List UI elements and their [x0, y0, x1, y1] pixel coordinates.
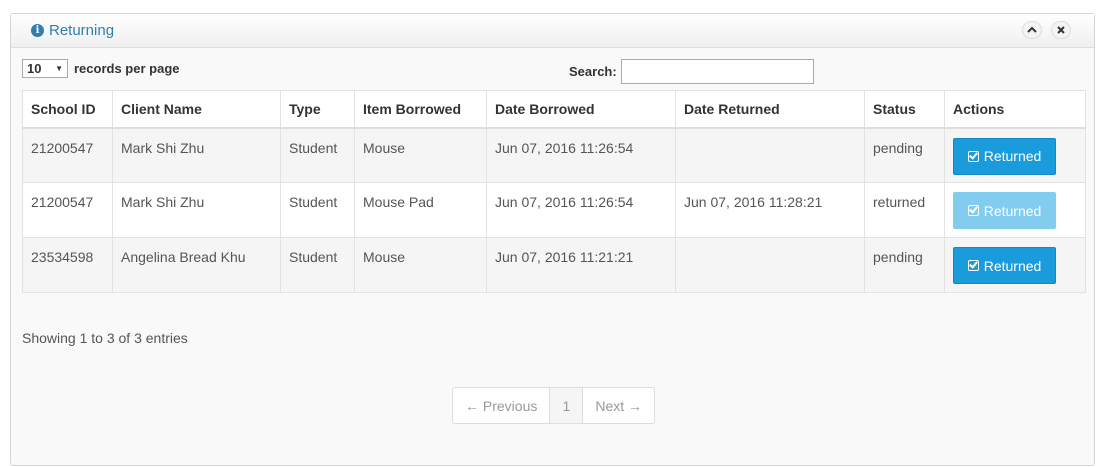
returned-button[interactable]: Returned — [953, 137, 1056, 175]
cell-type: Student — [280, 127, 355, 183]
column-header[interactable]: Client Name — [112, 90, 281, 129]
search-control: Search: — [569, 59, 814, 84]
returning-panel: i Returning 10 ▼ records per page Search… — [10, 13, 1095, 466]
cell-date-returned — [675, 127, 865, 183]
caret-down-icon: ▼ — [55, 64, 63, 73]
panel-header: i Returning — [11, 14, 1094, 48]
search-input[interactable] — [620, 59, 814, 84]
cell-item-borrowed: Mouse — [354, 237, 487, 293]
cell-status: returned — [864, 182, 945, 238]
cell-actions: Returned — [944, 182, 1086, 238]
close-icon — [1057, 26, 1065, 34]
table-header-row: School ID Client Name Type Item Borrowed… — [22, 90, 1086, 129]
returned-button-disabled: Returned — [953, 192, 1056, 229]
table-row: 21200547 Mark Shi Zhu Student Mouse Jun … — [22, 127, 1086, 183]
records-per-page-value: 10 — [27, 61, 42, 76]
records-per-page-select[interactable]: 10 ▼ — [22, 59, 68, 78]
cell-actions: Returned — [944, 237, 1086, 293]
cell-status: pending — [864, 127, 945, 183]
cell-date-returned: Jun 07, 2016 11:28:21 — [675, 182, 865, 238]
records-per-page-label: records per page — [74, 61, 180, 76]
column-header[interactable]: School ID — [22, 90, 113, 129]
check-square-icon — [967, 205, 979, 216]
cell-school-id: 23534598 — [22, 237, 113, 293]
collapse-button[interactable] — [1022, 21, 1042, 39]
cell-status: pending — [864, 237, 945, 293]
close-button[interactable] — [1051, 21, 1071, 39]
page-1-button[interactable]: 1 — [549, 388, 583, 423]
cell-client-name: Angelina Bread Khu — [112, 237, 281, 293]
returned-button-label: Returned — [983, 202, 1042, 219]
info-circle-icon: i — [31, 24, 44, 37]
check-square-icon — [967, 150, 979, 162]
returned-button-label: Returned — [983, 148, 1042, 164]
table-row: 21200547 Mark Shi Zhu Student Mouse Pad … — [22, 182, 1086, 238]
column-header[interactable]: Actions — [944, 90, 1086, 129]
cell-school-id: 21200547 — [22, 182, 113, 238]
search-label: Search: — [569, 64, 617, 79]
check-square-icon — [967, 260, 979, 271]
panel-title: i Returning — [31, 22, 114, 39]
cell-type: Student — [280, 182, 355, 238]
column-header[interactable]: Status — [864, 90, 945, 129]
length-control: 10 ▼ records per page — [22, 59, 180, 78]
column-header[interactable]: Date Returned — [675, 90, 865, 129]
returned-button[interactable]: Returned — [953, 247, 1056, 284]
cell-client-name: Mark Shi Zhu — [112, 127, 281, 183]
previous-page-button[interactable]: ← Previous — [453, 388, 549, 423]
pagination: ← Previous 1 Next → — [452, 387, 656, 424]
cell-type: Student — [280, 237, 355, 293]
cell-actions: Returned — [944, 127, 1086, 183]
cell-school-id: 21200547 — [22, 127, 113, 183]
next-page-button[interactable]: Next → — [582, 388, 654, 423]
returning-table: School ID Client Name Type Item Borrowed… — [22, 90, 1086, 293]
column-header[interactable]: Item Borrowed — [354, 90, 487, 129]
table-info: Showing 1 to 3 of 3 entries — [22, 330, 188, 346]
cell-item-borrowed: Mouse — [354, 127, 487, 183]
table-row: 23534598 Angelina Bread Khu Student Mous… — [22, 237, 1086, 293]
cell-date-borrowed: Jun 07, 2016 11:26:54 — [486, 182, 676, 238]
returned-button-label: Returned — [983, 257, 1042, 274]
panel-title-text: Returning — [49, 22, 115, 39]
cell-date-borrowed: Jun 07, 2016 11:21:21 — [486, 237, 676, 293]
cell-item-borrowed: Mouse Pad — [354, 182, 487, 238]
column-header[interactable]: Date Borrowed — [486, 90, 676, 129]
cell-client-name: Mark Shi Zhu — [112, 182, 281, 238]
chevron-up-icon — [1027, 26, 1037, 33]
cell-date-borrowed: Jun 07, 2016 11:26:54 — [486, 127, 676, 183]
column-header[interactable]: Type — [280, 90, 355, 129]
cell-date-returned — [675, 237, 865, 293]
